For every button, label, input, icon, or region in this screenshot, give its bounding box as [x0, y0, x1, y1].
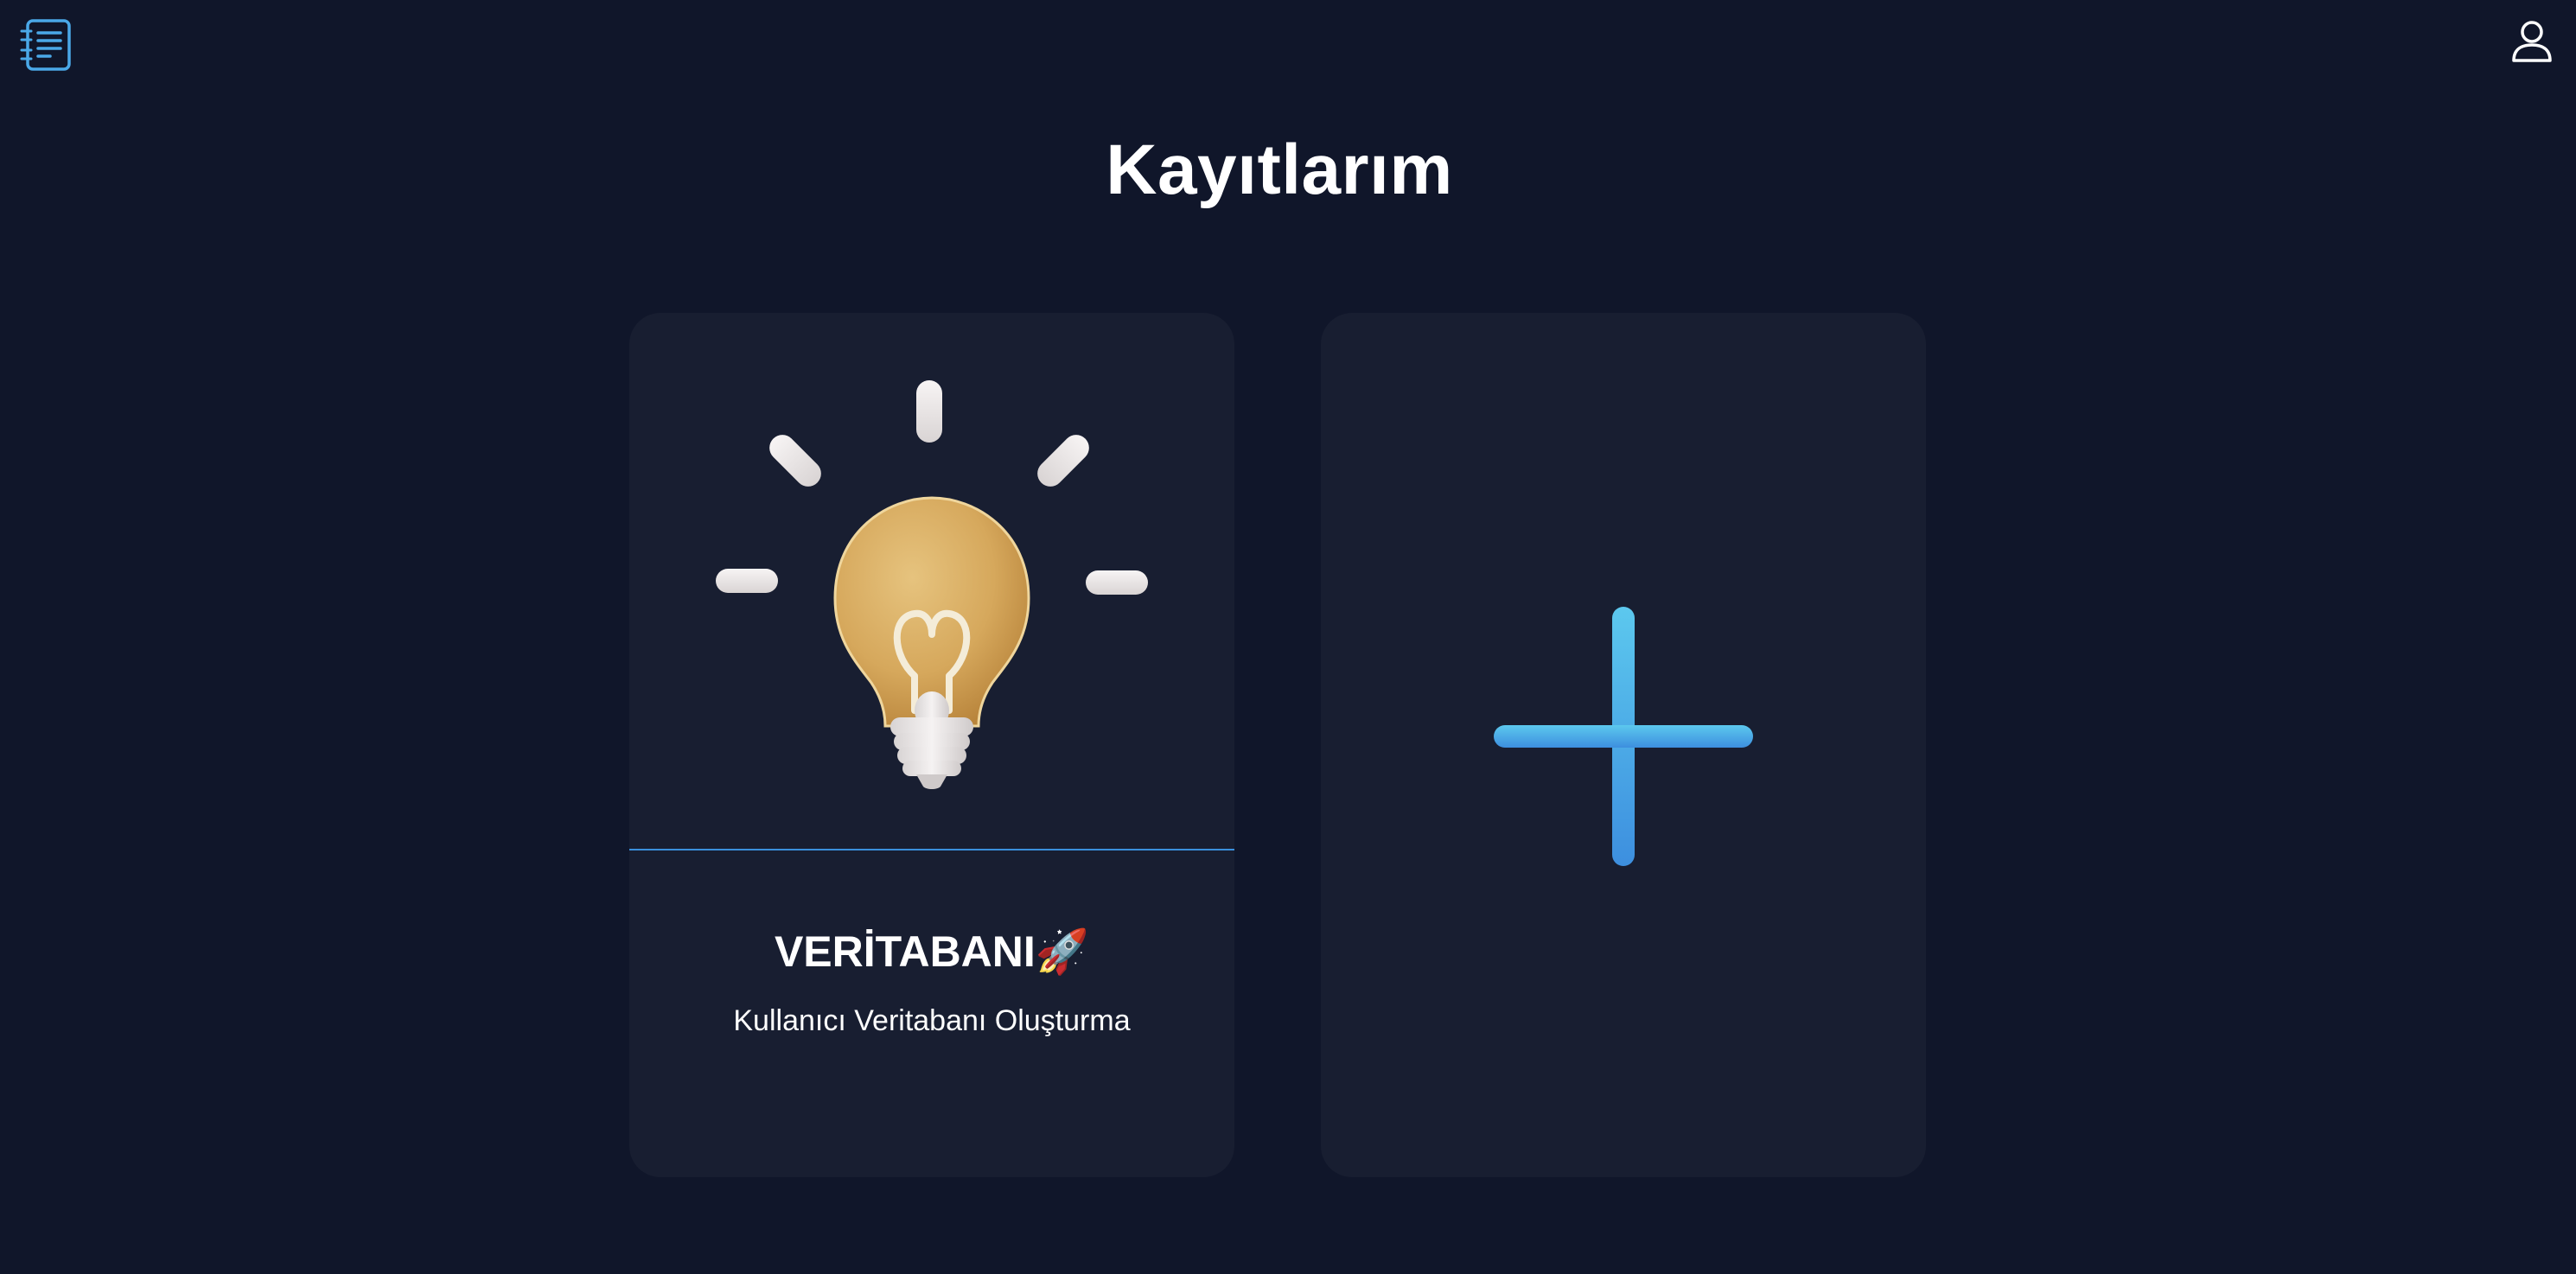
page: Kayıtlarım VERİTABANI🚀 Kullanıcı Veritab…	[0, 0, 2576, 1274]
user-profile-icon[interactable]	[2510, 19, 2554, 64]
plus-icon	[1494, 607, 1753, 866]
add-new-card[interactable]	[1321, 313, 1926, 1177]
notebook-list-icon[interactable]	[19, 17, 73, 73]
card-title: VERİTABANI🚀	[774, 927, 1090, 976]
project-card[interactable]: VERİTABANI🚀 Kullanıcı Veritabanı Oluştur…	[629, 313, 1234, 1177]
card-divider	[629, 849, 1234, 850]
lightbulb-icon	[629, 313, 1234, 849]
card-subtitle: Kullanıcı Veritabanı Oluşturma	[733, 1004, 1131, 1037]
page-title: Kayıtlarım	[1106, 131, 1453, 209]
